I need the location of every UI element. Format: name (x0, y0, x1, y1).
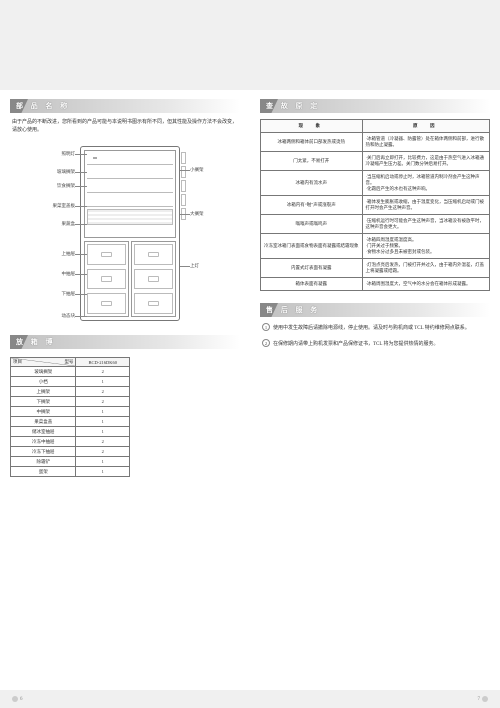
service-item-2: 2在保修期内请带上购机发票和产品保修证书，TCL 将为您提供热情的服务。 (262, 339, 488, 349)
section-title-parts: 部 品 名 称 (16, 101, 70, 111)
callout-small-bin: 小搁架 (190, 167, 204, 173)
phen-row: 内置式灯表面有凝露·灯泡点亮后发热，门被打开并过久，由于箱内外温差，灯盖上将凝露… (261, 259, 490, 278)
manual-spread: 部 品 名 称 由于产品的不断改进，您所看到的产品可能与本说明书图示有所不同，但… (0, 0, 500, 708)
callout-light: 照明灯 (10, 151, 75, 157)
callout-upper-drawer: 上抽屉 (10, 251, 75, 257)
callout-large-bin: 大搁架 (190, 211, 204, 217)
spec-row: 冷冻下抽屉2 (11, 447, 130, 457)
spec-row: 储冰室抽屉1 (11, 427, 130, 437)
phen-row: 冰箱两侧和箱体前口部发热或烫热·冰箱管道（冷凝器、防露管）处在箱体两侧和前部，进… (261, 133, 490, 152)
spec-row: 果菜盒盖1 (11, 417, 130, 427)
section-title-phenomena: 查 故 原 定 (266, 101, 320, 111)
callout-upper-light: 上灯 (190, 263, 199, 269)
spec-table: 项目 型号 XX BCD-216DK60 玻璃搁架2小档1上搁架2下搁架2中搁架… (10, 357, 240, 477)
spec-row: 蛋架1 (11, 467, 130, 477)
section-title-spec: 放 箱 博 (16, 337, 56, 347)
callout-food-shelf: 饮食搁架 (10, 183, 75, 189)
left-page: 部 品 名 称 由于产品的不断改进，您所看到的产品可能与本说明书图示有所不同，但… (0, 0, 250, 708)
right-page: 查 故 原 定 现 象 原 因 冰箱两侧和箱体前口部发热或烫热·冰箱管道（冷凝器… (250, 0, 500, 708)
callout-lower-drawer: 下抽屉 (10, 291, 75, 297)
spec-row: 小档1 (11, 377, 130, 387)
spec-row: 除霜铲1 (11, 457, 130, 467)
section-bar-service: 售 后 服 务 (260, 303, 490, 317)
phen-row: 箱体表面有凝露·冰箱周围湿度大，空气中的水分会在箱体形成凝露。 (261, 278, 490, 291)
page-number-left: 6 (10, 696, 23, 702)
section-bar-parts: 部 品 名 称 (10, 99, 240, 113)
phen-row: 门太紧，不易打开·关门后再立即打开，比较费力，这是由于热空气进入冰箱通冷凝缩产生… (261, 152, 490, 171)
spec-row: 上搁架2 (11, 387, 130, 397)
spec-row: 冷冻中抽屉2 (11, 437, 130, 447)
phenomena-table: 现 象 原 因 冰箱两侧和箱体前口部发热或烫热·冰箱管道（冷凝器、防露管）处在箱… (260, 119, 490, 291)
service-item-1: 1使用中发生故障后请撤除电源线，停止使用。请及时与购机商或 TCL 特约维修网点… (262, 323, 488, 333)
section-bar-phenomena: 查 故 原 定 (260, 99, 490, 113)
phen-row: 冰箱内有“啪”声或涨裂声·箱体发生膨胀或收缩，由于温度变化，当压缩机启动或门被打… (261, 196, 490, 215)
spec-row: 下搁架2 (11, 397, 130, 407)
phen-row: 冰箱内有流水声·当压缩机启动或停止时，冰箱管道内制冷剂会产生这种声音。 ·化霜后… (261, 171, 490, 196)
section-title-service: 售 后 服 务 (266, 305, 320, 315)
phen-head-phenomenon: 现 象 (261, 120, 363, 133)
phen-row: 冷冻室冰箱门表面或食物表面有凝露或结霜现象·冰箱四周湿度或温度高。 ·门开关过于… (261, 234, 490, 259)
phen-row: 嗡嗡声或嗡鸣声·压缩机运行时可能会产生这种声音，当冰箱没有被放平时，这种声音会更… (261, 215, 490, 234)
callout-glass-shelf: 玻璃搁架 (10, 169, 75, 175)
callout-crisper: 果蔬盒 (10, 221, 75, 227)
spec-row: 玻璃搁架2 (11, 367, 130, 377)
callout-mid-drawer: 中抽屉 (10, 271, 75, 277)
fridge-diagram: 照明灯 玻璃搁架 饮食搁架 果菜室盖板 果蔬盒 上抽屉 中抽屉 下抽屉 动态块 … (10, 141, 240, 331)
callout-kick-plate: 动态块 (10, 313, 75, 319)
intro-text: 由于产品的不断改进，您所看到的产品可能与本说明书图示有所不同，但其性能及操作方法… (12, 119, 238, 135)
service-list: 1使用中发生故障后请撤除电源线，停止使用。请及时与购机商或 TCL 特约维修网点… (260, 323, 490, 349)
callout-crisper-cover: 果菜室盖板 (10, 203, 75, 209)
spec-row: 中搁架1 (11, 407, 130, 417)
spec-head-model: BCD-216DK60 (76, 358, 130, 367)
phen-head-cause: 原 因 (362, 120, 490, 133)
page-number-right: 7 (478, 696, 491, 702)
section-bar-spec: 放 箱 博 (10, 335, 240, 349)
